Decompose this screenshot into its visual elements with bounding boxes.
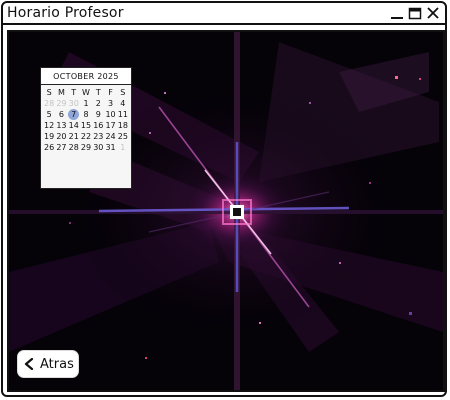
calendar-weekday-label: W: [82, 88, 90, 97]
calendar-day[interactable]: 25: [117, 131, 129, 142]
calendar-weekday-label: S: [46, 88, 52, 97]
calendar-day[interactable]: 5: [43, 109, 55, 120]
maximize-icon[interactable]: [407, 5, 423, 21]
window-controls: [389, 5, 441, 21]
calendar-grid: S M T W T F S 28 29 30 1 2 3 4 5 6 7 8 9 10 11 12 13 14 15 16 17 18…: [41, 85, 131, 164]
calendar-day[interactable]: 1: [80, 98, 92, 109]
window-title: Horario Profesor: [7, 5, 124, 21]
calendar-day[interactable]: 16: [92, 120, 104, 131]
back-button-label: Atras: [40, 356, 74, 372]
calendar-day[interactable]: 7: [67, 108, 80, 120]
calendar-day[interactable]: 1: [117, 142, 129, 153]
calendar-day[interactable]: 18: [117, 120, 129, 131]
calendar-day[interactable]: 2: [92, 98, 104, 109]
calendar-day[interactable]: 24: [104, 131, 116, 142]
calendar-day[interactable]: 10: [104, 109, 116, 120]
calendar-day[interactable]: 12: [43, 120, 55, 131]
calendar-day[interactable]: 23: [92, 131, 104, 142]
calendar-day[interactable]: 11: [117, 109, 129, 120]
calendar-weekday-label: T: [71, 88, 77, 97]
calendar-weekday-label: M: [57, 88, 65, 97]
calendar-day[interactable]: 6: [55, 109, 67, 120]
calendar-day[interactable]: 22: [80, 131, 92, 142]
calendar-day[interactable]: 29: [55, 98, 67, 109]
calendar-widget: OCTOBER 2025 S M T W T F S 28 29 30 1 2 3 4 5 6 7 8 9 10 11 1…: [40, 67, 132, 189]
calendar-day[interactable]: 29: [80, 142, 92, 153]
calendar-day[interactable]: 17: [104, 120, 116, 131]
calendar-day[interactable]: 26: [43, 142, 55, 153]
calendar-day[interactable]: 20: [55, 131, 67, 142]
calendar-day[interactable]: 9: [92, 109, 104, 120]
calendar-day[interactable]: 19: [43, 131, 55, 142]
calendar-day[interactable]: 28: [68, 142, 80, 153]
close-icon[interactable]: [425, 5, 441, 21]
calendar-month-header: OCTOBER 2025: [41, 68, 131, 85]
calendar-day[interactable]: 15: [80, 120, 92, 131]
title-bar: Horario Profesor: [3, 3, 445, 25]
calendar-weekday-label: S: [120, 88, 126, 97]
calendar-day[interactable]: 30: [92, 142, 104, 153]
calendar-day[interactable]: 3: [104, 98, 116, 109]
calendar-weekday-label: F: [108, 88, 113, 97]
calendar-day[interactable]: 30: [68, 98, 80, 109]
minimize-icon[interactable]: [389, 5, 405, 21]
calendar-day[interactable]: 13: [55, 120, 67, 131]
back-button[interactable]: Atras: [17, 350, 79, 378]
calendar-day[interactable]: 31: [104, 142, 116, 153]
chevron-left-icon: [24, 355, 34, 374]
calendar-day[interactable]: 28: [43, 98, 55, 109]
calendar-day[interactable]: 8: [80, 109, 92, 120]
calendar-day[interactable]: 27: [55, 142, 67, 153]
calendar-day[interactable]: 21: [68, 131, 80, 142]
main-viewport: OCTOBER 2025 S M T W T F S 28 29 30 1 2 3 4 5 6 7 8 9 10 11 1…: [7, 30, 445, 392]
calendar-day[interactable]: 14: [68, 120, 80, 131]
app-window: Horario Profesor OCTOBER 2025 S M T W T …: [1, 1, 447, 397]
calendar-day[interactable]: 4: [117, 98, 129, 109]
calendar-weekday-label: T: [95, 88, 101, 97]
